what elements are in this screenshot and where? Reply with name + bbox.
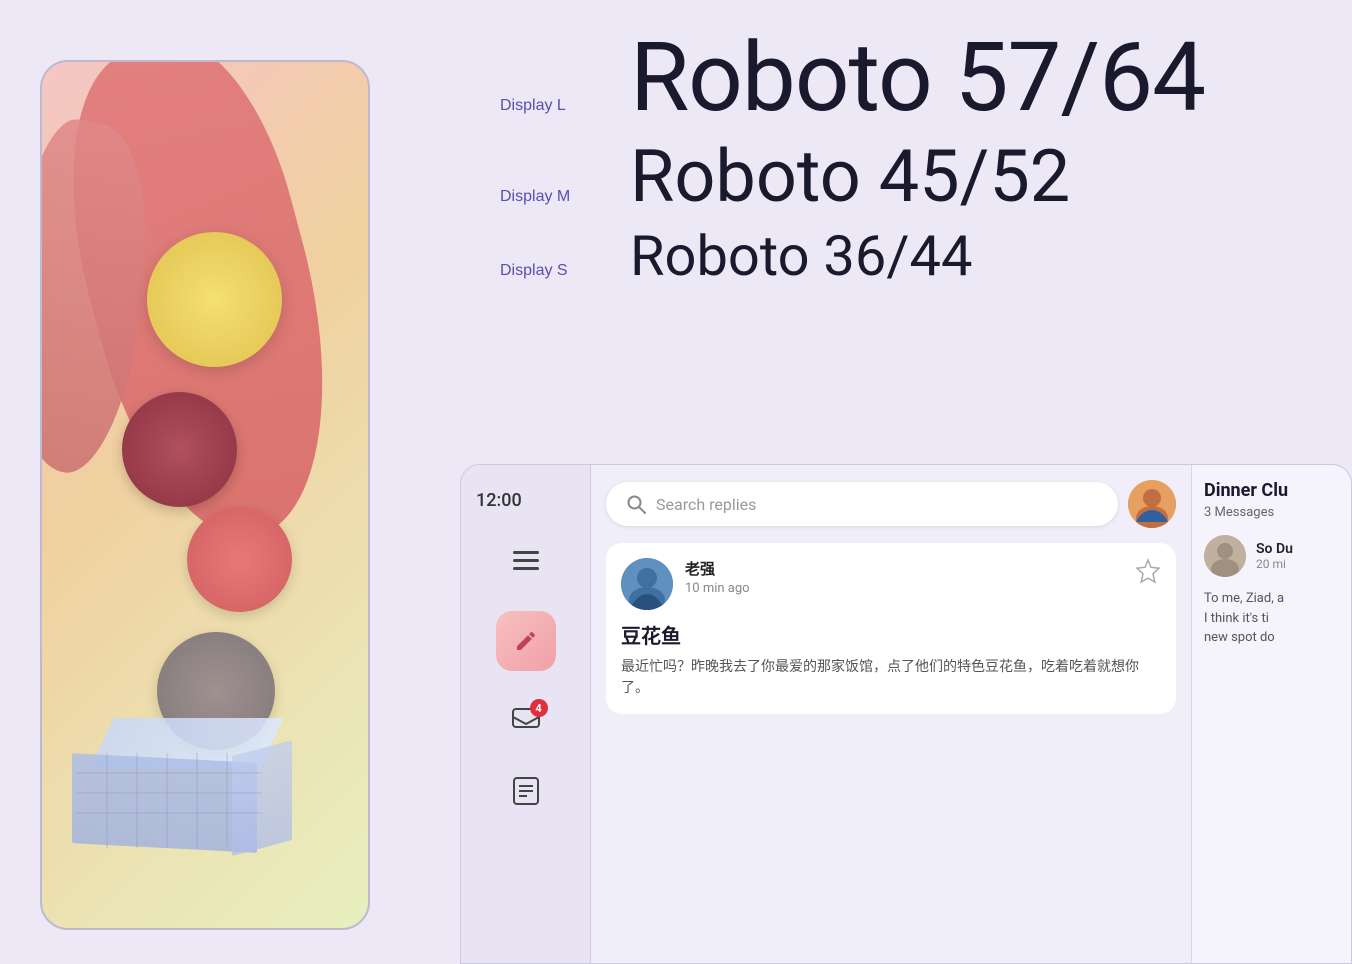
msg-time: 12:00	[461, 480, 522, 511]
typography-area: Display L Roboto 57/64 Display M Roboto …	[460, 0, 1352, 450]
user-avatar-image	[1128, 480, 1176, 528]
badge-count: 4	[530, 699, 548, 717]
msg-left-panel: 12:00 4	[461, 465, 591, 963]
message-time: 10 min ago	[685, 581, 1123, 596]
type-label-display-m: Display M	[500, 188, 630, 206]
right-item-preview: To me, Ziad, a I think it's ti new spot …	[1204, 589, 1339, 648]
notes-icon[interactable]	[506, 771, 546, 811]
phone-mockup	[40, 60, 370, 930]
circle-pink	[187, 507, 292, 612]
conv-preview: 最近忙吗？昨晚我去了你最爱的那家饭馆，点了他们的特色豆花鱼，吃着吃着就想你了。	[621, 657, 1161, 699]
type-label-display-s: Display S	[500, 262, 630, 280]
messaging-mockup: 12:00 4	[460, 464, 1352, 964]
menu-icon[interactable]	[506, 541, 546, 581]
type-row-display-m: Display M Roboto 45/52	[500, 141, 1312, 213]
user-avatar[interactable]	[1128, 480, 1176, 528]
star-button[interactable]	[1135, 558, 1161, 590]
type-row-display-l: Display L Roboto 57/64	[500, 30, 1312, 126]
type-label-display-l: Display L	[500, 97, 630, 115]
type-row-display-s: Display S Roboto 36/44	[500, 228, 1312, 284]
msg-search-bar: Search replies	[591, 465, 1191, 538]
search-icon	[626, 494, 646, 514]
msg-main-panel: Search replies	[591, 465, 1191, 963]
platform-lines	[77, 753, 262, 848]
conversation-card[interactable]: 老强 10 min ago 豆花鱼 最近忙吗？昨晚我去了你最爱的那家饭馆，点了他…	[606, 543, 1176, 714]
sender-avatar-image	[621, 558, 673, 610]
compose-fab-button[interactable]	[496, 611, 556, 671]
sender-name: 老强	[685, 558, 1123, 579]
conv-header: 老强 10 min ago	[621, 558, 1161, 610]
right-item-time: 20 mi	[1256, 557, 1339, 571]
type-sample-display-s: Roboto 36/44	[630, 228, 972, 284]
star-icon	[1135, 558, 1161, 584]
msg-right-panel: Dinner Clu 3 Messages So Du 20 mi To me,…	[1191, 465, 1351, 963]
sender-avatar	[621, 558, 673, 610]
right-avatar-image	[1204, 535, 1246, 577]
3d-platform	[72, 718, 312, 868]
type-sample-display-l: Roboto 57/64	[630, 30, 1205, 126]
search-input-container[interactable]: Search replies	[606, 482, 1118, 526]
right-panel-subtitle: 3 Messages	[1204, 505, 1339, 520]
type-sample-display-m: Roboto 45/52	[630, 141, 1070, 213]
conv-subject: 豆花鱼	[621, 620, 1161, 649]
circle-yellow	[147, 232, 282, 367]
conv-info: 老强 10 min ago	[685, 558, 1123, 596]
circle-dark-red	[122, 392, 237, 507]
right-item-info: So Du 20 mi	[1256, 541, 1339, 571]
right-panel-item[interactable]: So Du 20 mi	[1204, 535, 1339, 577]
inbox-icon[interactable]: 4	[506, 701, 546, 741]
right-panel-title: Dinner Clu	[1204, 480, 1339, 501]
right-avatar	[1204, 535, 1246, 577]
right-item-name: So Du	[1256, 541, 1339, 557]
search-placeholder: Search replies	[656, 495, 756, 514]
